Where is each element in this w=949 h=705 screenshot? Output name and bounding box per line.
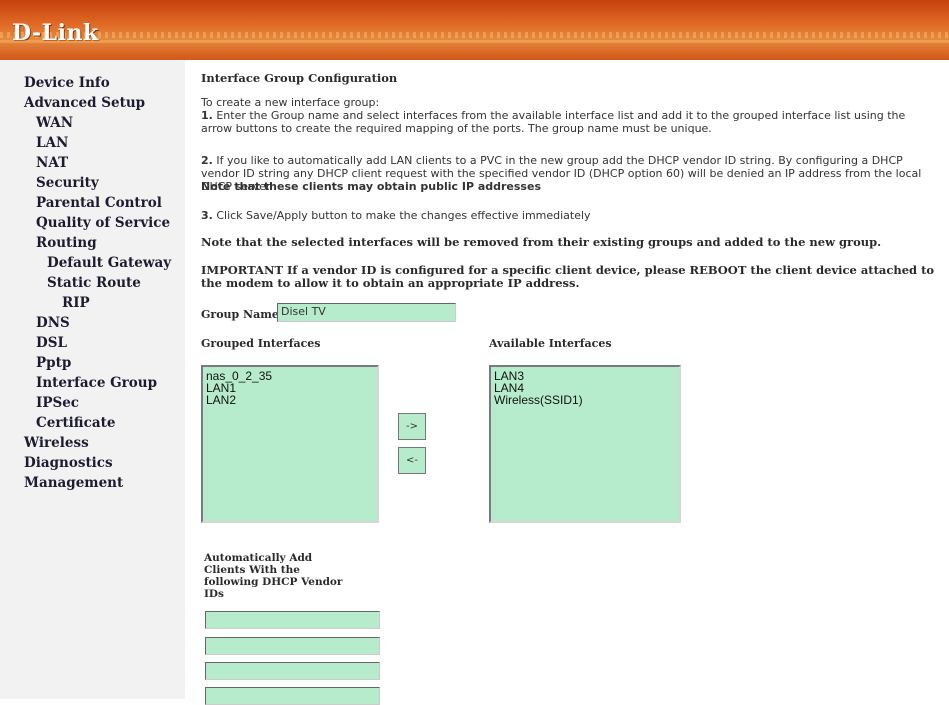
available-interfaces-list[interactable]: LAN3 LAN4 Wireless(SSID1) [489,365,681,523]
vendor-id-label: Automatically Add Clients With the follo… [204,552,343,600]
nav-ipsec[interactable]: IPSec [36,395,79,411]
nav-certificate[interactable]: Certificate [36,415,115,431]
nav-wan[interactable]: WAN [36,115,73,131]
step1-body: Enter the Group name and select interfac… [201,109,906,135]
step2-note: Note that these clients may obtain publi… [201,180,541,193]
nav-pptp[interactable]: Pptp [36,355,71,371]
intro-text: To create a new interface group: [201,96,380,109]
nav-security[interactable]: Security [36,175,99,191]
nav-nat[interactable]: NAT [36,155,68,171]
nav-wireless[interactable]: Wireless [24,435,89,451]
nav-static-route[interactable]: Static Route [47,275,141,291]
nav-routing[interactable]: Routing [36,235,97,251]
available-interfaces-label: Available Interfaces [489,337,612,350]
dlink-logo: D-Link [12,20,99,46]
sidebar: Device Info Advanced Setup WAN LAN NAT S… [0,60,185,699]
step1-number: 1. [201,109,213,122]
nav-dns[interactable]: DNS [36,315,70,331]
move-right-button[interactable]: -> [398,413,426,440]
nav-diagnostics[interactable]: Diagnostics [24,455,113,471]
nav-device-info[interactable]: Device Info [24,75,110,91]
step3-text: 3. Click Save/Apply button to make the c… [201,209,591,222]
nav-parental-control[interactable]: Parental Control [36,195,162,211]
nav-advanced-setup[interactable]: Advanced Setup [24,95,145,111]
step2-number: 2. [201,154,213,167]
nav-quality-of-service[interactable]: Quality of Service [36,215,170,231]
step1-text: 1. Enter the Group name and select inter… [201,109,936,135]
step3-body: Click Save/Apply button to make the chan… [216,209,591,222]
step3-number: 3. [201,209,213,222]
important-note: IMPORTANT If a vendor ID is configured f… [201,263,935,290]
move-left-button[interactable]: <- [398,447,426,474]
vendor-id-input-4[interactable] [205,687,380,705]
header-banner: D-Link [0,0,949,60]
note-removed: Note that the selected interfaces will b… [201,235,882,249]
vendor-id-input-2[interactable] [205,637,380,655]
group-name-input[interactable]: Disel TV [277,303,456,322]
grouped-interfaces-list[interactable]: nas_0_2_35 LAN1 LAN2 [201,365,379,523]
nav-interface-group[interactable]: Interface Group [36,375,157,391]
list-item[interactable]: LAN2 [203,394,377,406]
nav-dsl[interactable]: DSL [36,335,67,351]
nav-rip[interactable]: RIP [62,295,90,311]
nav-management[interactable]: Management [24,475,123,491]
grouped-interfaces-label: Grouped Interfaces [201,337,321,350]
vendor-id-input-3[interactable] [205,662,380,680]
vendor-id-input-1[interactable] [205,611,380,629]
group-name-label: Group Name: [201,308,283,321]
page-title: Interface Group Configuration [201,71,398,85]
list-item[interactable]: Wireless(SSID1) [491,394,679,406]
nav-default-gateway[interactable]: Default Gateway [47,255,171,271]
nav-lan[interactable]: LAN [36,135,68,151]
